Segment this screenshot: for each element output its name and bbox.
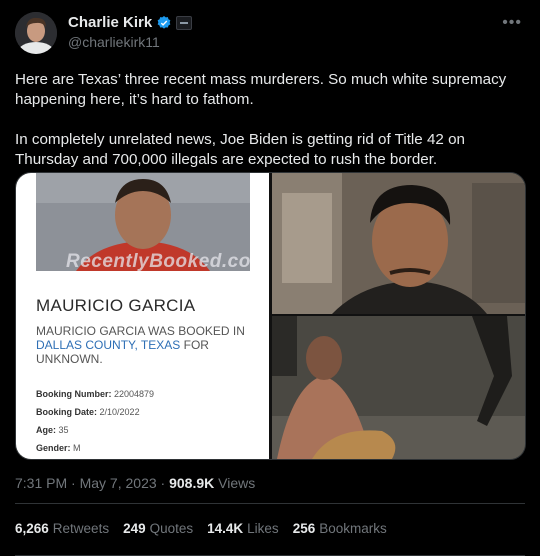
booking-fields: Booking Number: 22004879 Booking Date: 2… — [36, 385, 154, 457]
retweets-label: Retweets — [52, 521, 110, 536]
field-label: Gender: — [36, 443, 71, 453]
media-booking-card[interactable]: RecentlyBooked.com MAURICIO GARCIA MAURI… — [16, 173, 269, 459]
booking-field: Booking Date: 2/10/2022 — [36, 403, 154, 421]
views-label: Views — [218, 475, 256, 491]
tweet-date[interactable]: May 7, 2023 — [80, 475, 157, 491]
tweet-time[interactable]: 7:31 PM — [15, 475, 67, 491]
tweet-text: Here are Texas’ three recent mass murder… — [15, 70, 525, 170]
bookmarks-stat[interactable]: 256 Bookmarks — [293, 521, 387, 536]
field-value: 2/10/2022 — [99, 407, 140, 417]
quotes-stat[interactable]: 249 Quotes — [123, 521, 193, 536]
author-name[interactable]: Charlie Kirk — [68, 14, 152, 31]
meta-separator: · — [160, 475, 166, 491]
author-name-row[interactable]: Charlie Kirk — [68, 14, 193, 31]
media-photo-top-right[interactable] — [272, 173, 525, 314]
org-affiliation-icon[interactable] — [176, 15, 193, 30]
booking-description: MAURICIO GARCIA WAS BOOKED IN DALLAS COU… — [36, 324, 258, 366]
field-label: Booking Date: — [36, 407, 98, 417]
verified-badge-icon — [157, 15, 171, 29]
booking-field: Age: 35 — [36, 421, 154, 439]
retweets-stat[interactable]: 6,266 Retweets — [15, 521, 109, 536]
watermark-text: RecentlyBooked.com — [66, 251, 250, 271]
bookmarks-label: Bookmarks — [319, 521, 387, 536]
more-options-icon[interactable]: ••• — [502, 14, 522, 32]
field-label: Booking Number: — [36, 389, 112, 399]
tweet-meta: 7:31 PM · May 7, 2023 · 908.9K Views — [15, 475, 255, 491]
tweet-paragraph: In completely unrelated news, Joe Biden … — [15, 131, 465, 168]
booking-field: Booking Number: 22004879 — [36, 385, 154, 403]
divider — [15, 503, 525, 504]
field-value: 35 — [58, 425, 69, 435]
booking-field: Gender: M — [36, 439, 154, 457]
bookmarks-count: 256 — [292, 521, 316, 536]
quotes-label: Quotes — [149, 521, 194, 536]
booking-location-link[interactable]: DALLAS COUNTY, TEXAS — [36, 338, 180, 352]
quotes-count: 249 — [123, 521, 146, 536]
avatar[interactable] — [15, 12, 57, 54]
tweet-paragraph: Here are Texas’ three recent mass murder… — [15, 71, 507, 108]
field-value: 22004879 — [114, 389, 155, 399]
likes-label: Likes — [247, 521, 279, 536]
media-grid[interactable]: RecentlyBooked.com MAURICIO GARCIA MAURI… — [15, 172, 526, 460]
likes-stat[interactable]: 14.4K Likes — [207, 521, 279, 536]
meta-separator: · — [71, 475, 76, 491]
mugshot-photo: RecentlyBooked.com — [36, 173, 250, 271]
field-label: Age: — [36, 425, 56, 435]
engagement-stats: 6,266 Retweets 249 Quotes 14.4K Likes 256 Bo… — [15, 521, 387, 536]
retweets-count: 6,266 — [15, 521, 49, 536]
media-photo-bottom-right[interactable] — [272, 316, 525, 459]
booking-name: MAURICIO GARCIA — [36, 296, 196, 315]
field-value: M — [73, 443, 81, 453]
booking-desc-prefix: MAURICIO GARCIA WAS BOOKED IN — [36, 324, 245, 338]
views-count: 908.9K — [169, 475, 215, 491]
author-handle[interactable]: @charliekirk11 — [68, 34, 160, 50]
likes-count: 14.4K — [207, 521, 244, 536]
